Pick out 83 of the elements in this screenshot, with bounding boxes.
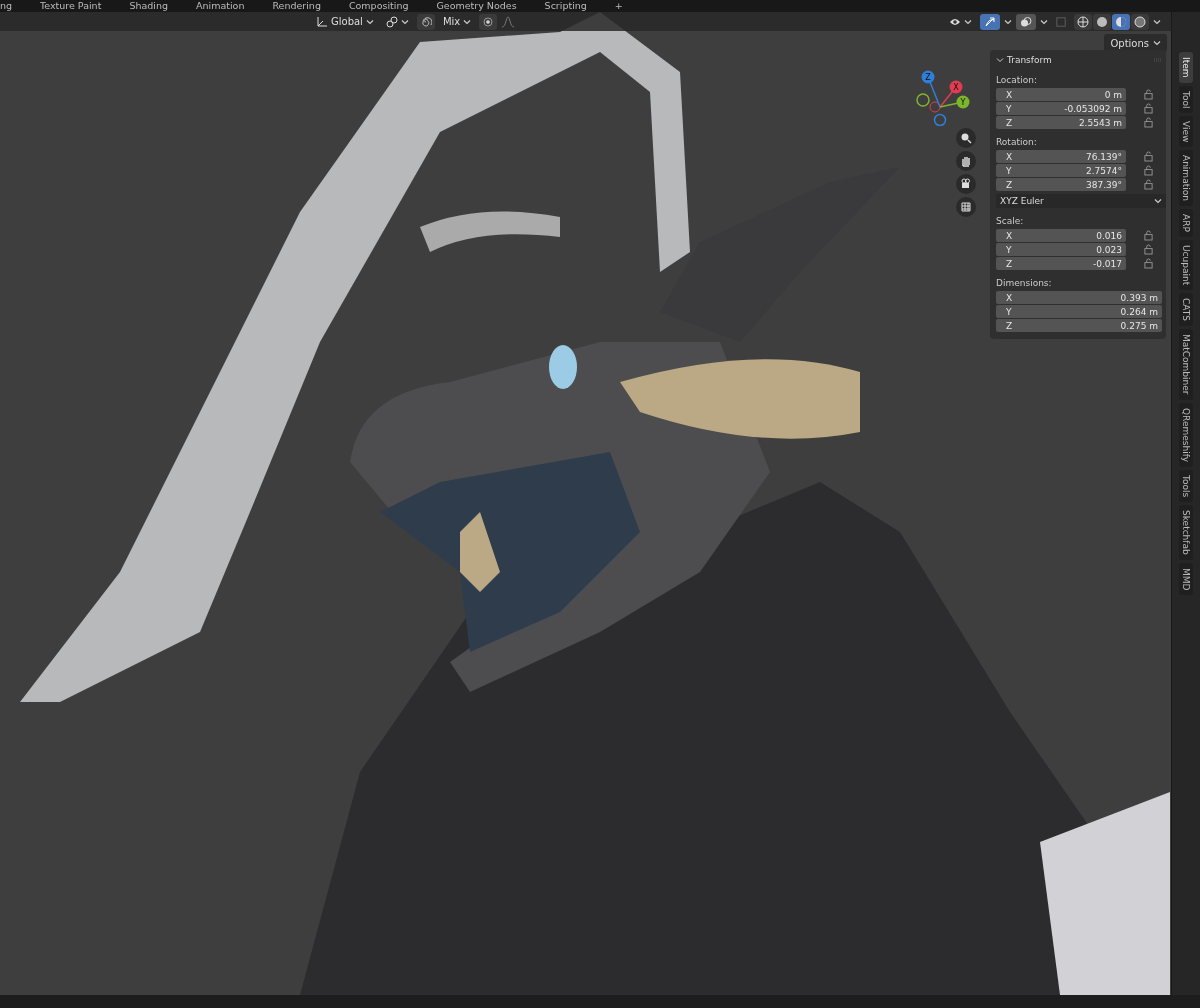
sidebar-tab[interactable]: Tool: [1179, 85, 1193, 113]
shading-mode-button[interactable]: [1074, 13, 1092, 30]
gizmo-caret-icon: [1004, 17, 1012, 26]
padlock-icon[interactable]: [1144, 89, 1153, 100]
padlock-icon[interactable]: [1144, 258, 1153, 269]
number-field[interactable]: Y 0.023: [996, 243, 1126, 256]
sidebar-tab[interactable]: Sketchfab: [1179, 504, 1193, 560]
padlock-icon[interactable]: [1144, 244, 1153, 255]
number-field[interactable]: Y -0.053092 m: [996, 102, 1126, 115]
axes-icon: [316, 15, 328, 28]
sidebar-tab[interactable]: View: [1179, 116, 1193, 148]
workspace-tab[interactable]: Texture Paint: [26, 0, 116, 12]
square-icon: [1056, 16, 1066, 27]
caret-icon: [463, 17, 472, 26]
axis-gizmo-drawing[interactable]: Z X Y: [913, 62, 977, 126]
sphere-icon: [1096, 15, 1108, 28]
number-field[interactable]: Z 2.5543 m: [996, 116, 1126, 129]
falloff-curve-icon: [501, 15, 516, 28]
overlay-caret-icon: [1040, 17, 1048, 26]
workspace-tab[interactable]: ng: [0, 0, 27, 12]
sphere-icon: [1077, 15, 1089, 28]
group-label: Location:: [996, 75, 1039, 85]
number-field[interactable]: Z 387.39°: [996, 178, 1126, 191]
panel-title: Transform: [1007, 55, 1052, 65]
grid-icon[interactable]: [956, 197, 976, 217]
caret-icon: [400, 17, 409, 26]
caret-icon[interactable]: [996, 56, 1004, 64]
rotation-mode-dropdown[interactable]: XYZ Euler: [996, 194, 1166, 208]
arrows-icon: [984, 15, 996, 28]
workspace-tab[interactable]: Geometry Nodes: [422, 0, 531, 12]
sidebar-tab[interactable]: CATS: [1179, 293, 1193, 327]
sidebar-tab[interactable]: Animation: [1179, 150, 1193, 207]
sidebar-tab[interactable]: MMD: [1179, 562, 1193, 596]
sidebar-tab[interactable]: Ucupaint: [1179, 240, 1193, 291]
group-label: Rotation:: [996, 137, 1038, 147]
caret-icon: [964, 17, 972, 26]
group-label: Dimensions:: [996, 278, 1053, 288]
link-icon: [385, 15, 398, 28]
shading-mode-button[interactable]: [1112, 13, 1130, 30]
zoom-icon[interactable]: [956, 128, 976, 148]
target-icon: [482, 15, 495, 28]
caret-icon: [1154, 197, 1162, 205]
overlapping-circles-icon: [1020, 15, 1032, 28]
workspace-tab[interactable]: Compositing: [334, 0, 423, 12]
padlock-icon[interactable]: [1144, 179, 1153, 190]
sphere-icon: [1134, 15, 1146, 28]
workspace-tab[interactable]: Animation: [181, 0, 259, 12]
number-field[interactable]: Y 0.264 m: [996, 305, 1162, 318]
caret-icon: [365, 17, 374, 26]
spiral-icon: [419, 15, 432, 28]
number-field[interactable]: X 0.016: [996, 229, 1126, 242]
gizmo-toggle[interactable]: [980, 13, 1000, 30]
padlock-icon[interactable]: [1144, 230, 1153, 241]
shading-mode-button[interactable]: [1131, 13, 1149, 30]
proportional-edit-button[interactable]: [416, 13, 435, 30]
sidebar-tab[interactable]: Item: [1179, 52, 1193, 83]
camera-icon[interactable]: [956, 174, 976, 194]
overlay-toggle[interactable]: [1016, 13, 1036, 30]
padlock-icon[interactable]: [1144, 117, 1153, 128]
padlock-icon[interactable]: [1144, 151, 1153, 162]
workspace-tab[interactable]: Scripting: [530, 0, 601, 12]
number-field[interactable]: X 0.393 m: [996, 291, 1162, 304]
sidebar-tab[interactable]: ARP: [1179, 209, 1193, 238]
sphere-icon: [1115, 15, 1127, 28]
workspace-tab[interactable]: Shading: [115, 0, 182, 12]
caret-icon: [1153, 39, 1161, 47]
shading-mode-button[interactable]: [1093, 13, 1111, 30]
sidebar-tab[interactable]: QRemeshify: [1179, 402, 1193, 467]
workspace-tab[interactable]: +: [600, 0, 637, 12]
sidebar-tab[interactable]: MatCombiner: [1179, 329, 1193, 400]
number-field[interactable]: Y 2.7574°: [996, 164, 1126, 177]
snap-button[interactable]: [479, 13, 498, 30]
padlock-icon[interactable]: [1144, 103, 1153, 114]
shading-caret-icon: [1153, 17, 1161, 26]
group-label: Scale:: [996, 216, 1025, 226]
sidebar-tab[interactable]: Tools: [1179, 469, 1193, 502]
number-field[interactable]: X 0 m: [996, 88, 1126, 101]
number-field[interactable]: Z -0.017: [996, 257, 1126, 270]
number-field[interactable]: Z 0.275 m: [996, 319, 1162, 332]
workspace-tab[interactable]: Rendering: [258, 0, 335, 12]
options-dropdown[interactable]: Options: [1104, 34, 1167, 52]
padlock-icon[interactable]: [1144, 165, 1153, 176]
number-field[interactable]: X 76.139°: [996, 150, 1126, 163]
